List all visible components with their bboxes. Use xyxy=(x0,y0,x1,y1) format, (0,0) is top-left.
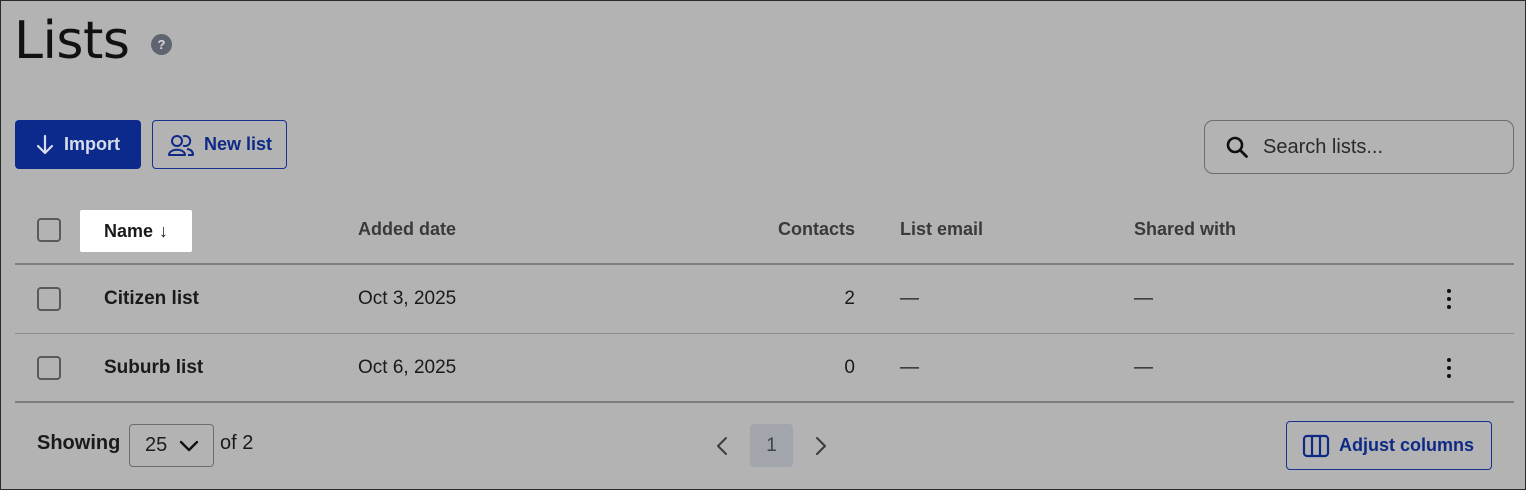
page-size-value: 25 xyxy=(145,434,168,456)
new-list-button[interactable]: New list xyxy=(152,120,287,169)
select-all-checkbox[interactable] xyxy=(37,218,61,242)
column-header-added-date[interactable]: Added date xyxy=(358,219,456,240)
page-number-button[interactable]: 1 xyxy=(750,424,793,467)
column-header-name-label: Name xyxy=(104,220,154,241)
list-name-link[interactable]: Citizen list xyxy=(104,288,199,310)
contacts-cell: 2 xyxy=(844,288,855,309)
page-size-select[interactable]: 25 xyxy=(129,424,214,467)
chevron-left-icon[interactable] xyxy=(715,436,729,456)
row-divider xyxy=(15,333,1514,334)
column-header-shared-with[interactable]: Shared with xyxy=(1134,219,1236,240)
more-options-icon[interactable] xyxy=(1445,289,1453,309)
users-icon xyxy=(168,134,194,156)
row-checkbox[interactable] xyxy=(37,356,61,380)
adjust-columns-label: Adjust columns xyxy=(1339,435,1475,455)
total-pages-label: of 2 xyxy=(220,432,254,454)
search-placeholder: Search lists... xyxy=(1263,135,1384,158)
adjust-columns-button[interactable]: Adjust columns xyxy=(1286,421,1492,470)
list-email-cell: — xyxy=(900,288,919,309)
chevron-down-icon xyxy=(180,440,199,451)
contacts-cell: 0 xyxy=(844,357,855,378)
import-label: Import xyxy=(64,134,120,154)
table-header-divider xyxy=(15,263,1514,265)
sort-desc-icon: ↓ xyxy=(159,220,169,241)
showing-label: Showing xyxy=(37,432,121,454)
new-list-label: New list xyxy=(204,134,273,154)
added-date-cell: Oct 3, 2025 xyxy=(358,288,457,309)
added-date-cell: Oct 6, 2025 xyxy=(358,357,457,378)
page-title: Lists xyxy=(14,11,130,71)
column-header-list-email[interactable]: List email xyxy=(900,219,983,240)
more-options-icon[interactable] xyxy=(1445,358,1453,378)
search-icon xyxy=(1226,136,1248,158)
column-header-contacts[interactable]: Contacts xyxy=(778,219,855,240)
help-icon[interactable]: ? xyxy=(151,34,172,55)
row-checkbox[interactable] xyxy=(37,287,61,311)
list-email-cell: — xyxy=(900,357,919,378)
table-footer-divider xyxy=(15,401,1514,403)
arrow-down-icon xyxy=(36,134,54,154)
search-input[interactable]: Search lists... xyxy=(1204,120,1514,174)
chevron-right-icon[interactable] xyxy=(814,436,828,456)
shared-with-cell: — xyxy=(1134,288,1153,309)
import-button[interactable]: Import xyxy=(15,120,141,169)
column-header-name[interactable]: Name ↓ xyxy=(80,210,192,252)
columns-icon xyxy=(1302,434,1330,457)
shared-with-cell: — xyxy=(1134,357,1153,378)
list-name-link[interactable]: Suburb list xyxy=(104,357,203,379)
